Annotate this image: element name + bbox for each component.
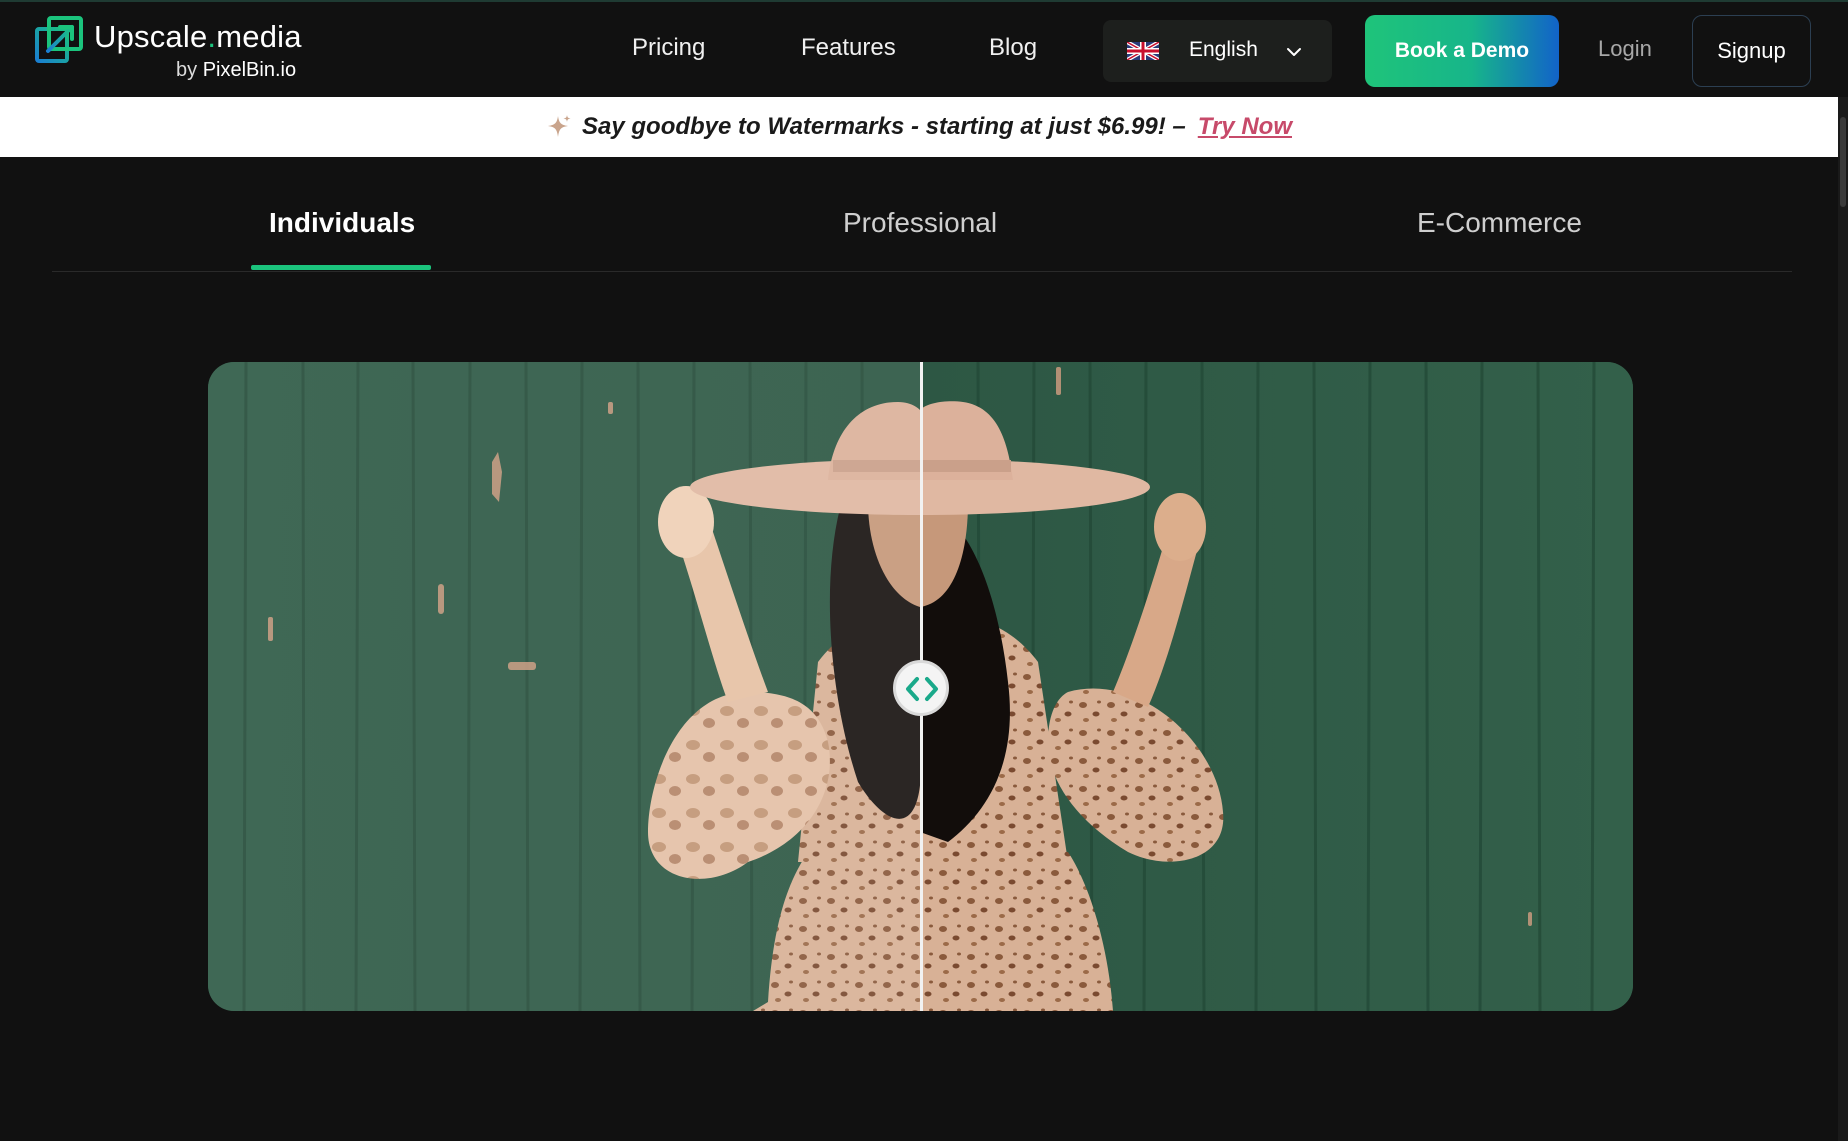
upscale-logo-icon: [35, 16, 83, 63]
page-scrollbar[interactable]: [1838, 97, 1848, 1141]
nav-features-link[interactable]: Features: [801, 34, 896, 62]
tab-individuals[interactable]: Individuals: [269, 207, 415, 239]
logo[interactable]: Upscale.media by PixelBin.io: [34, 15, 304, 85]
book-demo-button[interactable]: Book a Demo: [1365, 15, 1559, 87]
compare-arrows-icon: [906, 677, 938, 701]
uk-flag-icon: [1127, 42, 1159, 60]
logo-wordmark: Upscale.media: [94, 19, 302, 54]
try-now-link[interactable]: Try Now: [1198, 113, 1292, 140]
sparkle-icon: [548, 114, 571, 137]
audience-tabs: Individuals Professional E-Commerce: [52, 157, 1792, 272]
top-navigation-bar: Upscale.media by PixelBin.io Pricing Fea…: [0, 0, 1848, 97]
promo-banner: Say goodbye to Watermarks - starting at …: [0, 97, 1838, 157]
language-label: English: [1189, 38, 1258, 61]
tab-professional[interactable]: Professional: [843, 207, 997, 239]
scrollbar-thumb[interactable]: [1840, 117, 1846, 207]
logo-subtitle: by PixelBin.io: [176, 59, 297, 81]
language-selector[interactable]: English: [1103, 20, 1332, 82]
tab-ecommerce[interactable]: E-Commerce: [1417, 207, 1582, 239]
nav-blog-link[interactable]: Blog: [989, 34, 1037, 62]
promo-text: Say goodbye to Watermarks - starting at …: [582, 113, 1186, 140]
comparison-slider-handle[interactable]: [893, 660, 949, 716]
nav-pricing-link[interactable]: Pricing: [632, 34, 705, 62]
signup-button[interactable]: Signup: [1692, 15, 1811, 87]
login-link[interactable]: Login: [1598, 36, 1652, 62]
chevron-down-icon: [1287, 48, 1301, 56]
before-after-comparison[interactable]: [208, 362, 1633, 1011]
active-tab-indicator: [251, 265, 431, 270]
